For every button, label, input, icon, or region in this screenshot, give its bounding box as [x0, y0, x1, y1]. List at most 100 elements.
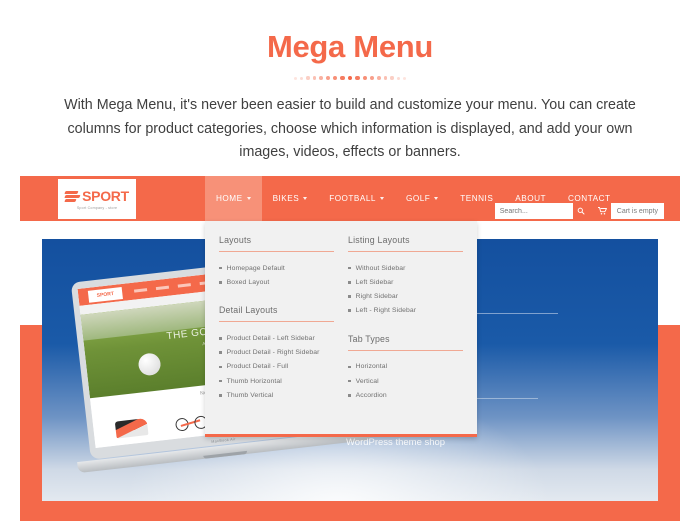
decorative-band-right — [658, 325, 680, 501]
mega-list-tab-types: Horizontal Vertical Accordion — [348, 360, 463, 403]
list-item[interactable]: Homepage Default — [219, 261, 334, 275]
divider-dot — [347, 75, 353, 81]
bullet-icon — [348, 365, 351, 369]
nav-label-home: HOME — [216, 194, 243, 203]
mega-heading-tab-types: Tab Types — [348, 334, 463, 351]
chevron-down-icon — [303, 197, 308, 200]
list-item-label: Vertical — [355, 377, 379, 385]
intro-description: With Mega Menu, it's never been easier t… — [64, 97, 636, 161]
bullet-icon — [219, 266, 222, 270]
list-item-label: Product Detail - Full — [226, 363, 289, 371]
divider-dot — [390, 76, 394, 80]
mega-list-listing-layouts: Without Sidebar Left Sidebar Right Sideb… — [348, 261, 463, 318]
divider-dot — [383, 76, 388, 80]
list-item[interactable]: Product Detail - Full — [219, 360, 334, 374]
sport-flag-icon — [64, 190, 81, 202]
list-item-label: Right Sidebar — [355, 292, 399, 300]
mega-heading-layouts: Layouts — [219, 235, 334, 252]
mega-block-listing-layouts: Listing Layouts Without Sidebar Left Sid… — [348, 235, 463, 318]
divider-dot — [369, 76, 374, 81]
nav-item-bikes[interactable]: BIKES — [262, 176, 319, 221]
bullet-icon — [219, 365, 222, 369]
nav-item-football[interactable]: FOOTBALL — [318, 176, 395, 221]
bullet-icon — [348, 393, 351, 397]
list-item[interactable]: Product Detail - Left Sidebar — [219, 331, 334, 345]
list-item[interactable]: Horizontal — [348, 360, 463, 374]
nav-label-about: ABOUT — [515, 194, 547, 203]
list-item[interactable]: Thumb Horizontal — [219, 374, 334, 388]
chevron-down-icon — [379, 197, 384, 200]
list-item[interactable]: Product Detail - Right Sidebar — [219, 346, 334, 360]
nav-label-golf: GOLF — [405, 194, 431, 203]
mega-column-1: Layouts Homepage Default Boxed Layout De… — [219, 235, 334, 418]
site-logo[interactable]: SPORT Sport Company - store — [58, 179, 136, 219]
cart-button[interactable] — [593, 203, 611, 219]
list-item-label: Boxed Layout — [226, 278, 270, 286]
header-utility-bar: Cart is empty — [494, 203, 664, 219]
nav-label-bikes: BIKES — [272, 194, 300, 203]
list-item-label: Horizontal — [355, 363, 388, 371]
list-item-label: Homepage Default — [226, 264, 285, 272]
mega-heading-listing-layouts: Listing Layouts — [348, 235, 463, 252]
mega-menu-dropdown: Layouts Homepage Default Boxed Layout De… — [205, 221, 477, 438]
list-item[interactable]: Boxed Layout — [219, 275, 334, 289]
mega-list-detail-layouts: Product Detail - Left Sidebar Product De… — [219, 331, 334, 402]
laptop-site-logo: SPORT — [87, 286, 123, 303]
divider-dot — [355, 75, 360, 81]
mega-list-layouts: Homepage Default Boxed Layout — [219, 261, 334, 289]
mega-heading-detail-layouts: Detail Layouts — [219, 305, 334, 323]
divider-dot — [376, 76, 381, 80]
list-item[interactable]: Vertical — [348, 374, 463, 388]
divider-dot — [319, 76, 324, 80]
mega-block-layouts: Layouts Homepage Default Boxed Layout — [219, 235, 334, 289]
chevron-down-icon — [246, 197, 251, 200]
logo-tagline: Sport Company - store — [76, 206, 118, 210]
divider-dot — [294, 76, 298, 80]
bullet-icon — [219, 379, 222, 383]
footer-strip — [20, 501, 680, 521]
search-button[interactable] — [572, 203, 590, 219]
bullet-icon — [219, 337, 222, 340]
chevron-down-icon — [434, 197, 439, 200]
list-item-label: Left Sidebar — [355, 278, 394, 286]
divider-dot — [306, 76, 310, 80]
list-item[interactable]: Left Sidebar — [348, 275, 463, 289]
list-item-label: Product Detail - Left Sidebar — [226, 334, 315, 342]
divider-dot — [312, 76, 317, 80]
list-item[interactable]: Without Sidebar — [348, 261, 463, 275]
divider-dot — [333, 76, 338, 81]
list-item-label: Product Detail - Right Sidebar — [226, 349, 320, 357]
divider-dot — [402, 76, 406, 80]
list-item-label: Thumb Vertical — [226, 391, 274, 399]
list-item[interactable]: Left - Right Sidebar — [348, 304, 463, 318]
nav-label-contact: CONTACT — [568, 194, 611, 203]
search-input[interactable] — [494, 203, 573, 219]
bullet-icon — [219, 393, 222, 397]
list-item[interactable]: Accordion — [348, 388, 463, 402]
bullet-icon — [348, 309, 351, 312]
list-item[interactable]: Thumb Vertical — [219, 388, 334, 402]
mega-block-detail-layouts: Detail Layouts Product Detail - Left Sid… — [219, 305, 334, 402]
product-thumb-shoe — [114, 411, 149, 440]
list-item-label: Left - Right Sidebar — [355, 307, 417, 315]
list-item[interactable]: Right Sidebar — [348, 289, 463, 303]
divider-dot — [396, 76, 400, 80]
mega-block-tab-types: Tab Types Horizontal Vertical Accordion — [348, 334, 463, 403]
nav-label-tennis: TENNIS — [460, 194, 494, 203]
mega-column-2: Listing Layouts Without Sidebar Left Sid… — [348, 235, 463, 418]
list-item-label: Thumb Horizontal — [226, 377, 282, 385]
dots-divider — [291, 75, 409, 81]
divider-dot — [340, 75, 345, 81]
nav-item-golf[interactable]: GOLF — [395, 176, 449, 221]
page-title: Mega Menu — [266, 29, 434, 64]
nav-item-home[interactable]: HOME — [205, 176, 262, 221]
hero-note-line: WordPress theme shop — [346, 436, 446, 448]
intro-section: Mega Menu With Mega Menu, it's never bee… — [0, 0, 700, 165]
bullet-icon — [348, 266, 351, 270]
divider-dot — [326, 76, 331, 81]
decorative-band-left — [20, 325, 42, 501]
site-preview-frame: SPORT THE MacBook Air WordPress theme sh… — [20, 176, 680, 501]
cart-status-label: Cart is empty — [610, 203, 664, 219]
list-item-label: Without Sidebar — [355, 264, 406, 272]
divider-dot — [362, 76, 367, 81]
